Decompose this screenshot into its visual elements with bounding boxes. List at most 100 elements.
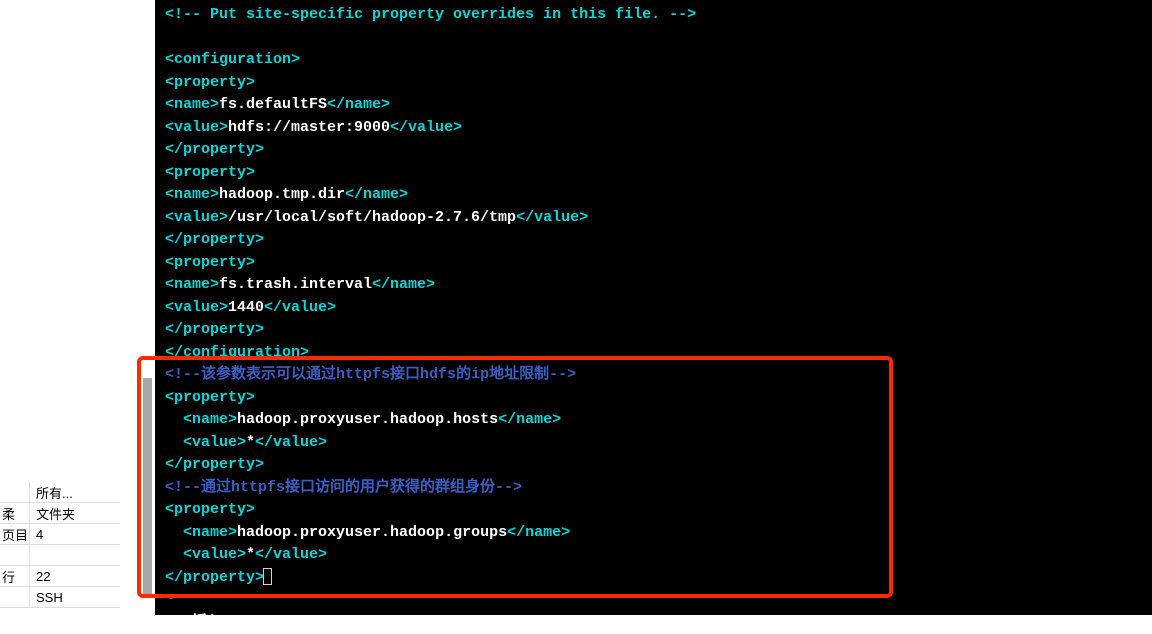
- code-line[interactable]: <value>hdfs://master:9000</value>: [165, 117, 1142, 140]
- code-segment: </value>: [390, 119, 462, 136]
- code-line[interactable]: <name>hadoop.proxyuser.hadoop.groups</na…: [165, 522, 1142, 545]
- code-segment: [165, 29, 174, 46]
- code-segment: </property>: [165, 231, 264, 248]
- code-line[interactable]: <value>*</value>: [165, 432, 1142, 455]
- code-line[interactable]: <!--通过httpfs接口访问的用户获得的群组身份-->: [165, 477, 1142, 500]
- code-segment: </property>: [165, 321, 264, 338]
- code-line[interactable]: <name>fs.trash.interval</name>: [165, 274, 1142, 297]
- code-segment: </value>: [255, 434, 327, 451]
- property-value: [30, 545, 120, 565]
- code-segment: -->: [495, 479, 522, 496]
- code-line[interactable]: <value>*</value>: [165, 544, 1142, 567]
- code-segment: <value>: [165, 119, 228, 136]
- code-segment: </property>: [165, 456, 264, 473]
- code-segment: </name>: [498, 411, 561, 428]
- code-line[interactable]: <name>fs.defaultFS</name>: [165, 94, 1142, 117]
- code-segment: [165, 546, 183, 563]
- code-segment: 地址限制: [489, 366, 549, 383]
- code-line[interactable]: <value>1440</value>: [165, 297, 1142, 320]
- code-line[interactable]: <property>: [165, 499, 1142, 522]
- code-segment: *: [246, 434, 255, 451]
- code-segment: <property>: [165, 254, 255, 271]
- property-value: SSH: [30, 587, 120, 607]
- code-segment: 1440: [228, 299, 264, 316]
- code-segment: hdfs: [420, 366, 456, 383]
- code-segment: <!--通过: [165, 479, 231, 496]
- property-row: 所有...: [0, 482, 120, 503]
- code-segment: httpfs: [231, 479, 285, 496]
- code-segment: </name>: [327, 96, 390, 113]
- code-segment: <value>: [165, 299, 228, 316]
- code-segment: 接口: [390, 366, 420, 383]
- code-segment: ~: [165, 591, 174, 608]
- code-segment: <property>: [165, 164, 255, 181]
- code-segment: [165, 434, 183, 451]
- code-segment: [165, 524, 183, 541]
- code-segment: hadoop.proxyuser.hadoop.hosts: [237, 411, 498, 428]
- code-segment: </configuration>: [165, 344, 309, 361]
- code-line[interactable]: <!-- Put site-specific property override…: [165, 4, 1142, 27]
- code-line[interactable]: </property>: [165, 139, 1142, 162]
- scrollbar-thumb[interactable]: [143, 378, 152, 596]
- code-line[interactable]: </property>: [165, 454, 1142, 477]
- property-label: 页目: [0, 524, 30, 544]
- code-segment: </value>: [264, 299, 336, 316]
- code-segment: hdfs://master:9000: [228, 119, 390, 136]
- code-segment: </name>: [345, 186, 408, 203]
- code-line[interactable]: <configuration>: [165, 49, 1142, 72]
- property-row: [0, 545, 120, 566]
- code-segment: <value>: [165, 209, 228, 226]
- code-segment: hadoop.tmp.dir: [219, 186, 345, 203]
- side-properties-panel: 所有...柔文件夹页目4 行22SSH: [0, 482, 120, 608]
- code-segment: 接口访问的用户获得的群组身份: [285, 479, 495, 496]
- code-line[interactable]: <value>/usr/local/soft/hadoop-2.7.6/tmp<…: [165, 207, 1142, 230]
- terminal-editor[interactable]: <!-- Put site-specific property override…: [155, 0, 1152, 615]
- code-segment: <!-- Put site-specific property override…: [165, 6, 696, 23]
- code-segment: </value>: [516, 209, 588, 226]
- code-line[interactable]: <property>: [165, 252, 1142, 275]
- code-segment: ip: [471, 366, 489, 383]
- code-line[interactable]: <name>hadoop.tmp.dir</name>: [165, 184, 1142, 207]
- code-segment: <value>: [183, 434, 246, 451]
- text-cursor: [263, 568, 272, 585]
- property-row: 页目4: [0, 524, 120, 545]
- code-segment: fs.trash.interval: [219, 276, 372, 293]
- code-segment: hadoop.proxyuser.hadoop.groups: [237, 524, 507, 541]
- property-label: [0, 587, 30, 607]
- property-label: 柔: [0, 503, 30, 523]
- code-segment: <name>: [165, 276, 219, 293]
- code-segment: httpfs: [336, 366, 390, 383]
- code-line[interactable]: <!--该参数表示可以通过httpfs接口hdfs的ip地址限制-->: [165, 364, 1142, 387]
- code-segment: </value>: [255, 546, 327, 563]
- code-segment: </name>: [507, 524, 570, 541]
- code-segment: fs.defaultFS: [219, 96, 327, 113]
- code-segment: <value>: [183, 546, 246, 563]
- property-value: 文件夹: [30, 503, 120, 523]
- property-value: 4: [30, 524, 120, 544]
- code-segment: <configuration>: [165, 51, 300, 68]
- property-label: 行: [0, 566, 30, 586]
- code-segment: <name>: [183, 524, 237, 541]
- code-line[interactable]: [165, 27, 1142, 50]
- code-line[interactable]: </property>: [165, 319, 1142, 342]
- property-row: 行22: [0, 566, 120, 587]
- code-segment: <name>: [165, 96, 219, 113]
- property-value: 22: [30, 566, 120, 586]
- code-segment: 的: [456, 366, 471, 383]
- code-line[interactable]: <property>: [165, 72, 1142, 95]
- code-line[interactable]: <property>: [165, 387, 1142, 410]
- code-line[interactable]: ~: [165, 589, 1142, 612]
- code-line[interactable]: <name>hadoop.proxyuser.hadoop.hosts</nam…: [165, 409, 1142, 432]
- code-segment: /usr/local/soft/hadoop-2.7.6/tmp: [228, 209, 516, 226]
- property-row: SSH: [0, 587, 120, 608]
- code-line[interactable]: </property>: [165, 229, 1142, 252]
- code-line[interactable]: </property>: [165, 567, 1142, 590]
- code-segment: </name>: [372, 276, 435, 293]
- code-line[interactable]: </configuration>: [165, 342, 1142, 365]
- code-line[interactable]: <property>: [165, 162, 1142, 185]
- code-segment: </property>: [165, 141, 264, 158]
- property-label: [0, 545, 30, 565]
- code-segment: <property>: [165, 74, 255, 91]
- code-segment: -- 插入 --: [165, 614, 249, 631]
- code-segment: <property>: [165, 501, 255, 518]
